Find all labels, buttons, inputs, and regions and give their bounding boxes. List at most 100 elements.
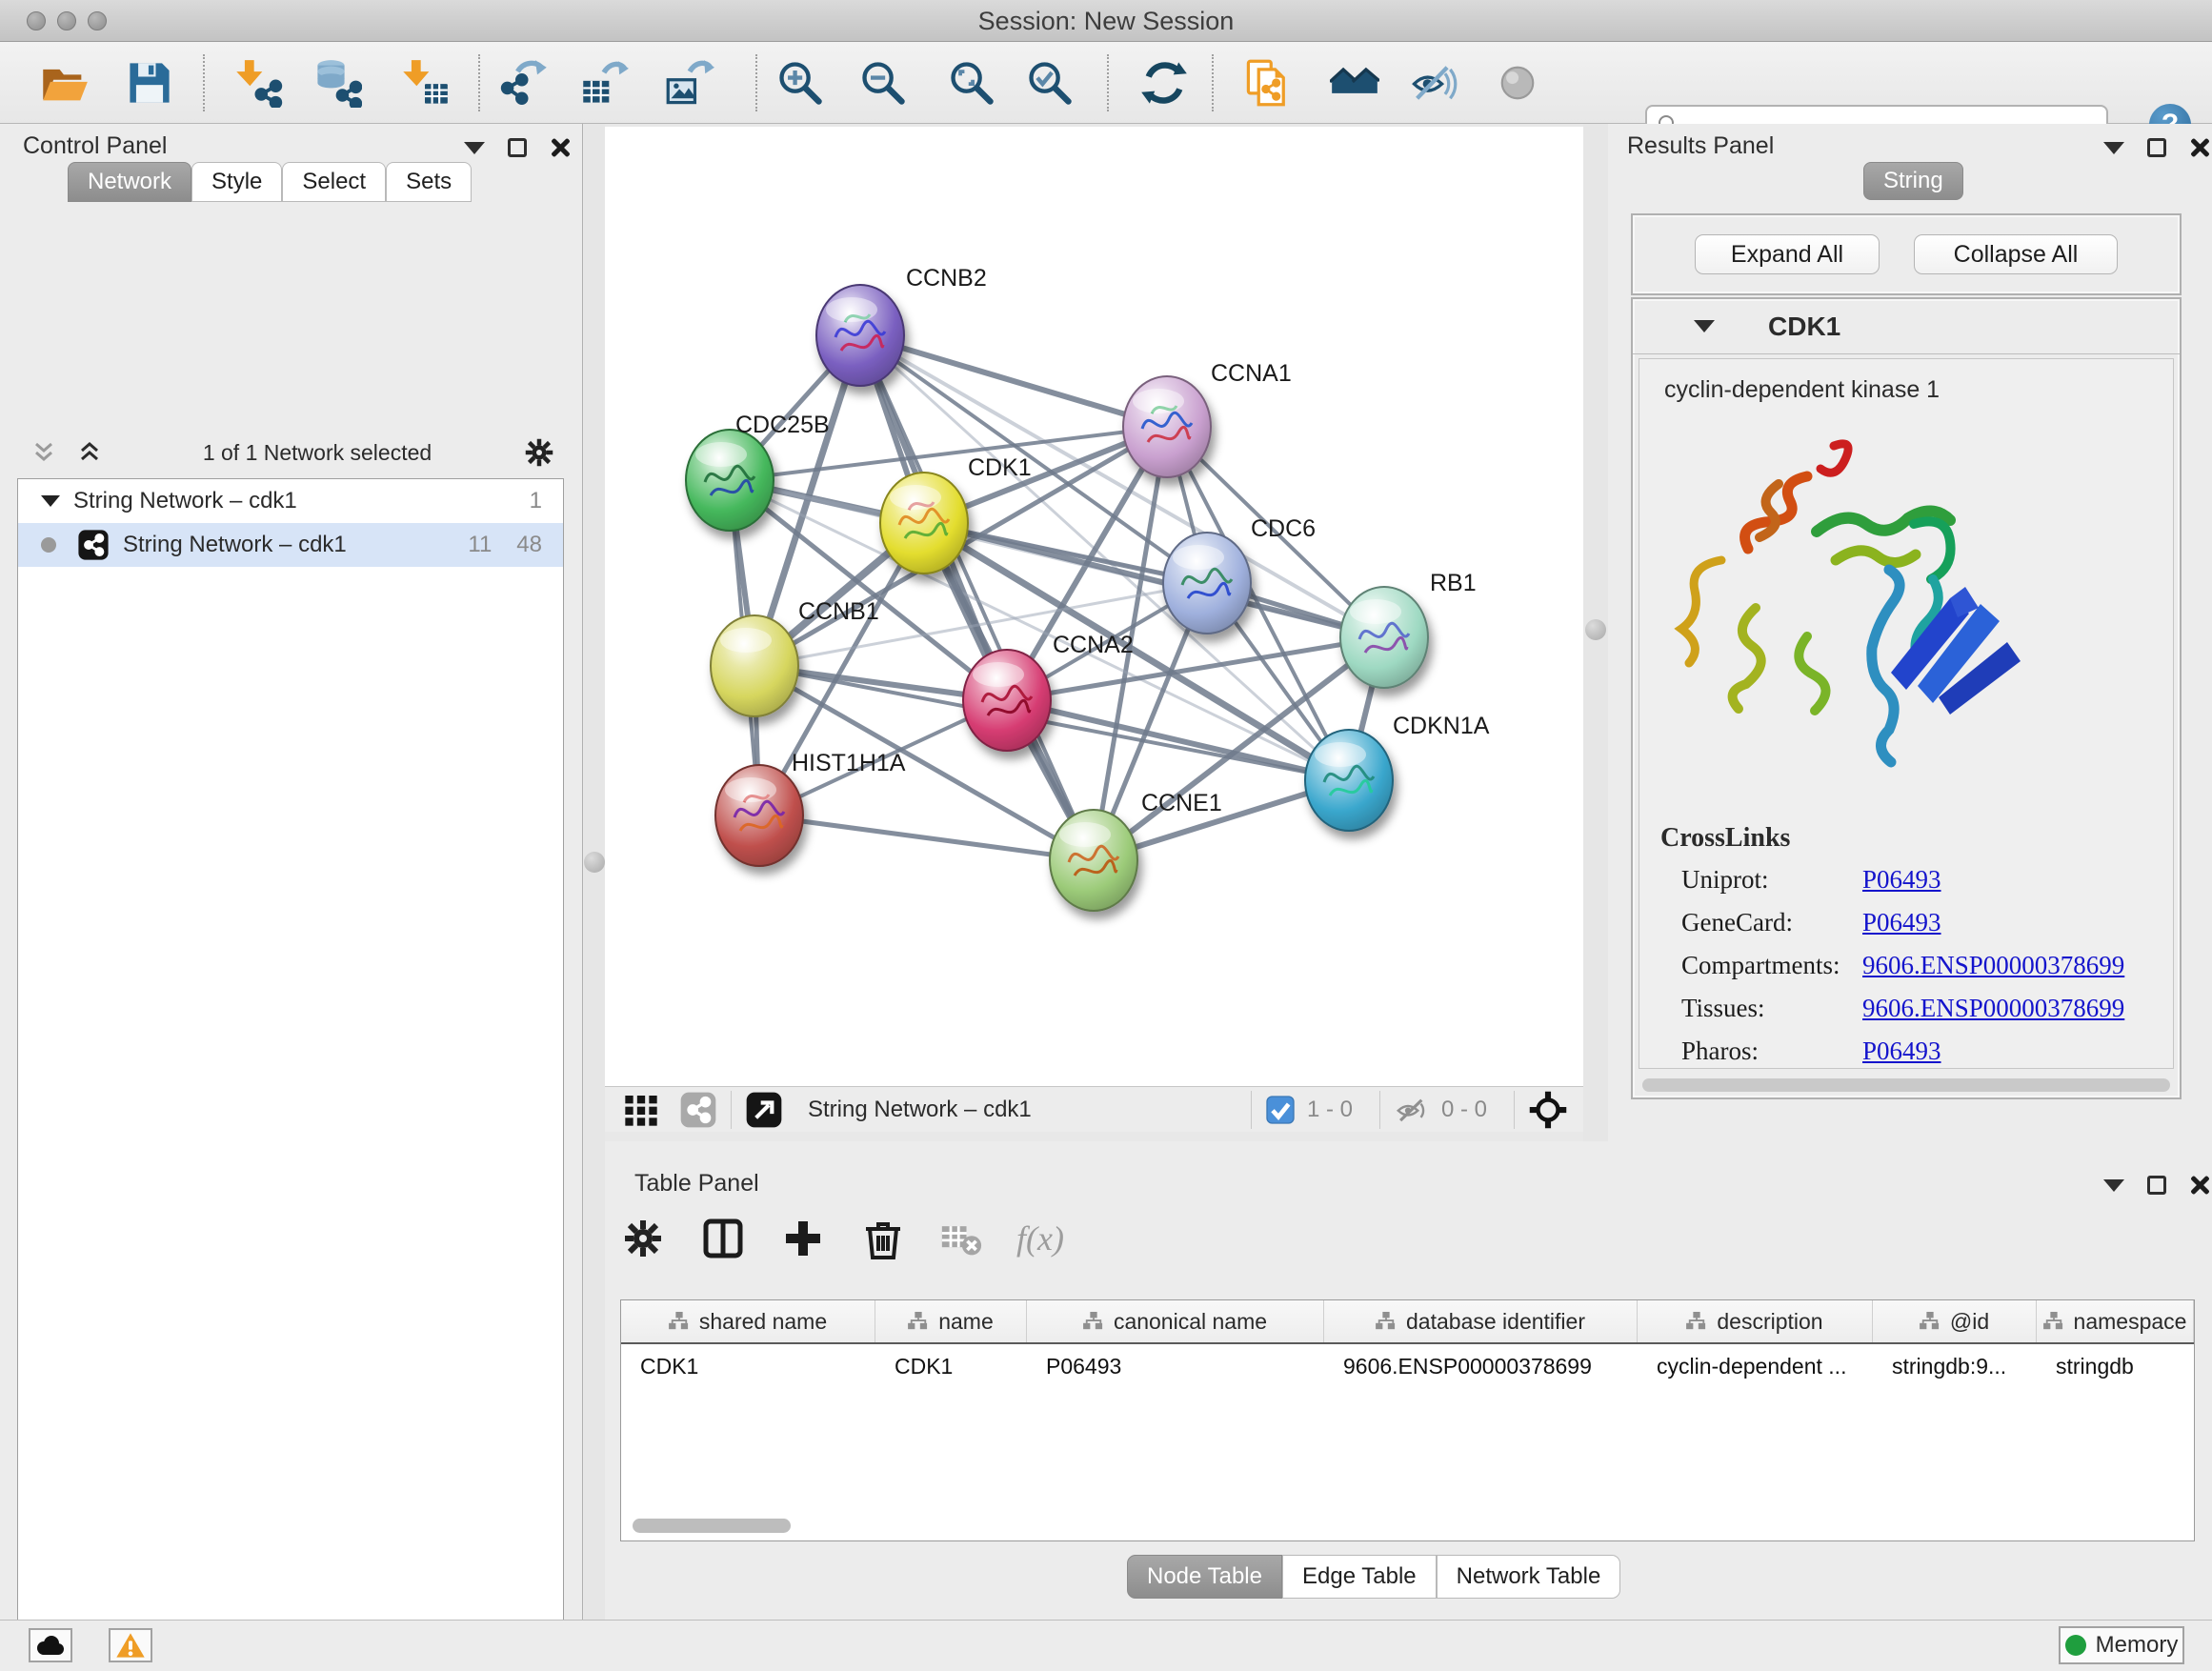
collection-collapse-icon[interactable] [41,495,60,507]
node-CDK1[interactable] [880,473,968,574]
collapse-all-button[interactable]: Collapse All [1914,234,2118,274]
cell-database-identifier[interactable]: 9606.ENSP00000378699 [1324,1344,1638,1388]
hidden-eye-icon[interactable] [1394,1092,1430,1128]
new-window-icon[interactable] [745,1091,783,1129]
cell-name[interactable]: CDK1 [875,1344,1027,1388]
cell-id[interactable]: stringdb:9... [1873,1344,2037,1388]
tab-edge-table[interactable]: Edge Table [1282,1555,1437,1599]
birdseye-grid-icon[interactable] [622,1091,660,1129]
network-options-gear-icon[interactable] [522,435,556,470]
double-house-icon[interactable] [1330,58,1379,108]
node-label-RB1: RB1 [1430,570,1477,596]
node-CCNA2[interactable] [963,650,1051,751]
refresh-layout-icon[interactable] [1139,58,1189,108]
column-header-canonical-name[interactable]: canonical name [1027,1300,1324,1342]
crosslink-genecard[interactable]: P06493 [1862,908,1941,937]
zoom-in-icon[interactable] [775,58,825,108]
toggle-column-icon[interactable] [700,1216,746,1261]
node-CCNB2[interactable] [816,285,904,386]
edge-CCNB2-CCNA1[interactable] [860,335,1167,427]
column-header-id[interactable]: @id [1873,1300,2037,1342]
gene-section-header[interactable]: CDK1 [1633,299,2180,354]
eye-disabled-icon[interactable] [1493,58,1542,108]
node-CCNE1[interactable] [1050,810,1137,911]
table-hscrollbar[interactable] [633,1519,791,1533]
control-panel-float-icon[interactable] [508,138,527,157]
cell-description[interactable]: cyclin-dependent ... [1638,1344,1873,1388]
tab-network-table[interactable]: Network Table [1437,1555,1621,1599]
node-CCNB1[interactable] [711,615,798,716]
right-splitter-handle[interactable] [1585,619,1606,640]
open-session-icon[interactable] [40,58,90,108]
collapse-all-chevron-icon[interactable] [30,439,57,466]
column-header-name[interactable]: name [875,1300,1027,1342]
results-panel-menu-icon[interactable] [2103,142,2124,154]
crosslink-tissues[interactable]: 9606.ENSP00000378699 [1862,994,2124,1023]
column-header-namespace[interactable]: namespace [2037,1300,2194,1342]
toolbar-separator [1379,1091,1380,1129]
cloud-button[interactable] [29,1628,72,1662]
export-image-icon[interactable] [665,58,714,108]
add-column-icon[interactable] [780,1216,826,1261]
zoom-out-icon[interactable] [858,58,908,108]
node-RB1[interactable] [1340,587,1428,688]
crosslink-uniprot[interactable]: P06493 [1862,865,1941,895]
node-HIST1H1A[interactable] [715,765,803,866]
column-header-description[interactable]: description [1638,1300,1873,1342]
table-panel-menu-icon[interactable] [2103,1179,2124,1192]
save-session-icon[interactable] [125,58,174,108]
left-splitter-handle[interactable] [584,852,605,873]
tab-sets[interactable]: Sets [386,162,472,202]
tab-network[interactable]: Network [68,162,191,202]
share-document-icon[interactable] [1243,58,1293,108]
network-share-icon[interactable] [679,1091,717,1129]
edge-CCNB2-CCNE1[interactable] [860,335,1094,860]
cell-namespace[interactable]: stringdb [2037,1344,2194,1388]
table-panel-close-icon[interactable] [2189,1175,2210,1196]
import-network-file-icon[interactable] [233,58,283,108]
zoom-selected-icon[interactable] [1025,58,1075,108]
import-table-file-icon[interactable] [400,58,450,108]
selected-checkbox-icon[interactable] [1265,1095,1296,1125]
zoom-fit-icon[interactable] [947,58,996,108]
column-header-shared-name[interactable]: shared name [621,1300,875,1342]
expand-all-chevron-icon[interactable] [76,439,103,466]
network-collection-row[interactable]: String Network – cdk1 1 [18,479,563,523]
results-panel-float-icon[interactable] [2147,138,2166,157]
crosslink-pharos[interactable]: P06493 [1862,1037,1941,1066]
export-table-icon[interactable] [580,58,630,108]
expand-all-button[interactable]: Expand All [1695,234,1880,274]
network-row[interactable]: String Network – cdk1 11 48 [18,523,563,567]
column-header-database-identifier[interactable]: database identifier [1324,1300,1638,1342]
function-builder-icon[interactable]: f(x) [1016,1218,1064,1258]
gene-collapse-icon[interactable] [1694,320,1715,332]
table-gear-icon[interactable] [620,1216,666,1261]
warning-button[interactable] [109,1628,152,1662]
crosslink-compartments[interactable]: 9606.ENSP00000378699 [1862,951,2124,980]
table-panel-float-icon[interactable] [2147,1176,2166,1195]
cell-canonical-name[interactable]: P06493 [1027,1344,1324,1388]
export-network-icon[interactable] [500,58,550,108]
node-CCNA1[interactable] [1123,376,1211,477]
control-panel-menu-icon[interactable] [464,142,485,154]
control-panel-close-icon[interactable] [550,137,571,158]
network-graph[interactable]: CCNB2CCNA1CDC25BCDK1CDC6RB1CCNB1CCNA2CDK… [605,127,1583,1086]
tab-node-table[interactable]: Node Table [1127,1555,1282,1599]
fit-selected-crosshair-icon[interactable] [1528,1090,1568,1130]
import-network-database-icon[interactable] [312,58,362,108]
results-hscrollbar[interactable] [1642,1078,2170,1092]
memory-button[interactable]: Memory [2059,1626,2184,1664]
network-canvas[interactable]: CCNB2CCNA1CDC25BCDK1CDC6RB1CCNB1CCNA2CDK… [605,127,1583,1086]
node-CDKN1A[interactable] [1305,730,1393,831]
node-CDC25B[interactable] [686,430,774,531]
delete-column-icon[interactable] [860,1216,906,1261]
node-CDC6[interactable] [1163,533,1251,634]
delete-table-icon[interactable] [940,1218,982,1259]
tab-string[interactable]: String [1863,162,1963,200]
eye-slash-icon[interactable] [1409,58,1458,108]
tab-style[interactable]: Style [191,162,282,202]
cell-shared-name[interactable]: CDK1 [621,1344,875,1388]
results-panel-close-icon[interactable] [2189,137,2210,158]
tab-select[interactable]: Select [282,162,386,202]
edge-CCNE1-HIST1H1A[interactable] [759,815,1094,860]
